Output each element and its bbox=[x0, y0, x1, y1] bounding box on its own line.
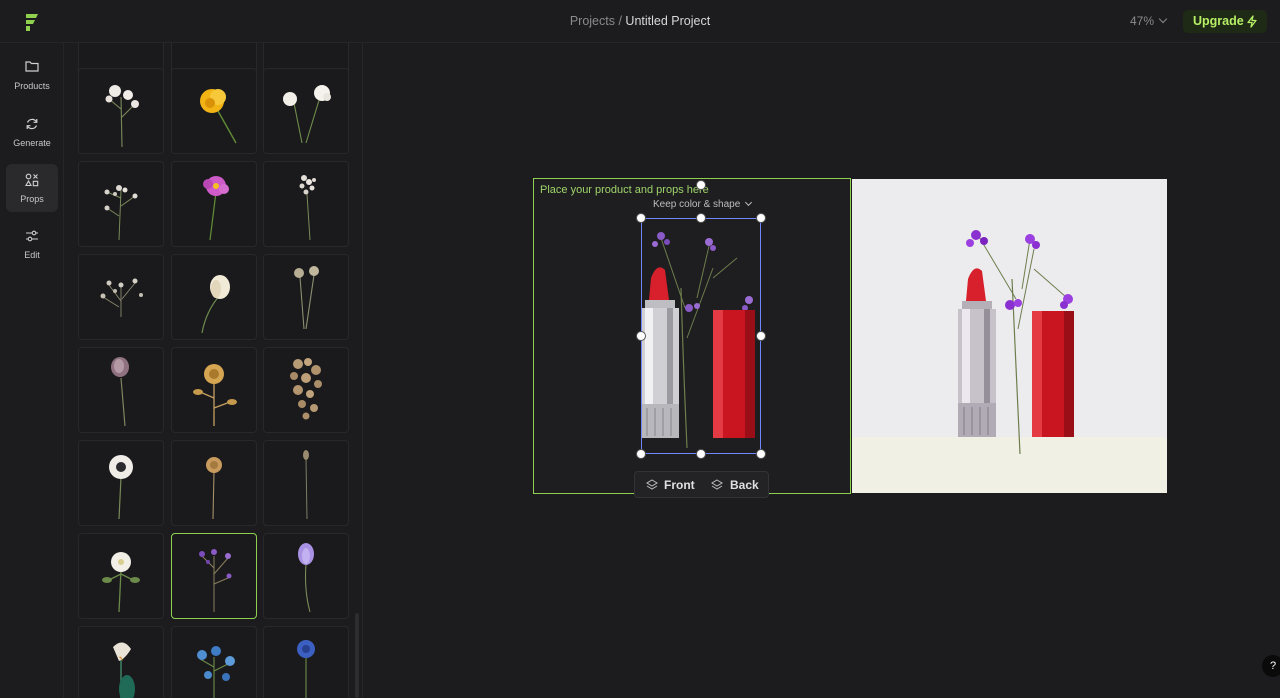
sliders-icon bbox=[26, 230, 38, 242]
blue-flowers-icon bbox=[197, 646, 235, 698]
yellow-poppy-icon bbox=[200, 89, 237, 144]
folder-icon bbox=[25, 61, 39, 72]
dried-daisy-icon bbox=[206, 457, 222, 520]
prop-tile[interactable] bbox=[78, 626, 164, 698]
nav-products[interactable]: Products bbox=[6, 51, 58, 99]
seed-pods-icon bbox=[294, 266, 319, 330]
thin-stem-bud-icon bbox=[303, 450, 309, 520]
white-poppy-icon bbox=[109, 455, 133, 520]
calla-lily-icon bbox=[113, 642, 135, 698]
help-button[interactable]: ? bbox=[1262, 655, 1280, 677]
pink-cosmos-icon bbox=[203, 176, 229, 241]
nav-label: Props bbox=[20, 194, 44, 204]
prop-tile[interactable] bbox=[263, 161, 349, 247]
prop-tile[interactable] bbox=[263, 68, 349, 154]
chevron-down-icon bbox=[1158, 14, 1168, 24]
layer-order-toolbar: Front Back bbox=[634, 471, 769, 498]
prop-tile[interactable] bbox=[171, 254, 257, 340]
top-bar: Projects / Untitled Project 47% Upgrade bbox=[0, 0, 1280, 43]
props-icon bbox=[25, 173, 39, 187]
nav-label: Products bbox=[14, 81, 50, 91]
nav-label: Generate bbox=[13, 138, 51, 148]
white-anemone-icon bbox=[283, 85, 331, 144]
white-tulip-icon bbox=[201, 275, 230, 334]
chevron-down-icon bbox=[745, 198, 753, 207]
refresh-icon bbox=[26, 118, 38, 130]
upgrade-label: Upgrade bbox=[1193, 14, 1244, 28]
canvas-hint: Place your product and props here bbox=[540, 184, 709, 196]
prop-tile[interactable] bbox=[171, 347, 257, 433]
resize-handle-tl[interactable] bbox=[636, 213, 646, 223]
layers-icon bbox=[711, 479, 723, 490]
white-gypsophila-icon bbox=[104, 185, 138, 241]
rotate-handle[interactable] bbox=[696, 180, 706, 190]
keep-mode-label: Keep color & shape bbox=[653, 199, 741, 210]
bring-front-button[interactable]: Front bbox=[664, 478, 695, 492]
nav-generate[interactable]: Generate bbox=[6, 108, 58, 156]
send-back-button[interactable]: Back bbox=[730, 478, 759, 492]
breadcrumb-projects[interactable]: Projects bbox=[570, 14, 615, 28]
upgrade-button[interactable]: Upgrade bbox=[1183, 10, 1267, 33]
generated-preview[interactable] bbox=[852, 179, 1167, 493]
golden-flower-icon bbox=[193, 364, 237, 426]
white-magnolia-icon bbox=[105, 85, 139, 148]
zoom-select[interactable]: 47% bbox=[1130, 14, 1168, 28]
lavender-crocus-icon bbox=[298, 543, 314, 613]
prop-tile[interactable] bbox=[263, 347, 349, 433]
nav-edit[interactable]: Edit bbox=[6, 220, 58, 268]
resize-handle-right[interactable] bbox=[756, 331, 766, 341]
prop-tile[interactable] bbox=[78, 161, 164, 247]
resize-handle-left[interactable] bbox=[636, 331, 646, 341]
nav-label: Edit bbox=[24, 250, 40, 260]
layers-icon bbox=[646, 479, 658, 490]
preview-image-icon bbox=[852, 179, 1167, 493]
prop-tile[interactable] bbox=[263, 440, 349, 526]
prop-tile[interactable] bbox=[78, 533, 164, 619]
resize-handle-top[interactable] bbox=[696, 213, 706, 223]
purple-tulip-icon bbox=[111, 357, 129, 427]
nav-props[interactable]: Props bbox=[6, 164, 58, 212]
resize-handle-tr[interactable] bbox=[756, 213, 766, 223]
dried-sprigs-icon bbox=[100, 278, 143, 317]
blue-cornflower-icon bbox=[297, 640, 315, 698]
resize-handle-br[interactable] bbox=[756, 449, 766, 459]
breadcrumb: Projects / Untitled Project bbox=[0, 14, 1280, 28]
prop-tile[interactable] bbox=[171, 161, 257, 247]
white-hellebore-icon bbox=[102, 552, 140, 613]
prop-tile[interactable] bbox=[263, 533, 349, 619]
left-rail: Products Generate Props Edit bbox=[0, 43, 64, 698]
resize-handle-bl[interactable] bbox=[636, 449, 646, 459]
prop-tile[interactable] bbox=[78, 440, 164, 526]
prop-tile[interactable] bbox=[78, 347, 164, 433]
prop-tile[interactable] bbox=[171, 440, 257, 526]
prop-tile[interactable] bbox=[171, 626, 257, 698]
zoom-value: 47% bbox=[1130, 14, 1155, 28]
prop-tile[interactable] bbox=[78, 254, 164, 340]
purple-wildflower-icon bbox=[199, 549, 232, 612]
dried-clusters-icon bbox=[290, 358, 322, 420]
lightning-icon bbox=[1247, 15, 1257, 28]
resize-handle-bottom[interactable] bbox=[696, 449, 706, 459]
prop-tile[interactable] bbox=[263, 254, 349, 340]
project-title[interactable]: Untitled Project bbox=[625, 14, 710, 28]
panel-scrollbar[interactable] bbox=[355, 613, 359, 698]
prop-tile[interactable] bbox=[263, 626, 349, 698]
props-panel bbox=[65, 43, 363, 698]
prop-tile[interactable] bbox=[78, 68, 164, 154]
prop-tile-selected[interactable] bbox=[171, 533, 257, 619]
selection-box[interactable] bbox=[641, 218, 761, 454]
prop-tile[interactable] bbox=[171, 68, 257, 154]
white-baby-breath-icon bbox=[299, 175, 316, 241]
keep-mode-dropdown[interactable]: Keep color & shape bbox=[653, 198, 753, 210]
breadcrumb-separator: / bbox=[618, 14, 622, 28]
